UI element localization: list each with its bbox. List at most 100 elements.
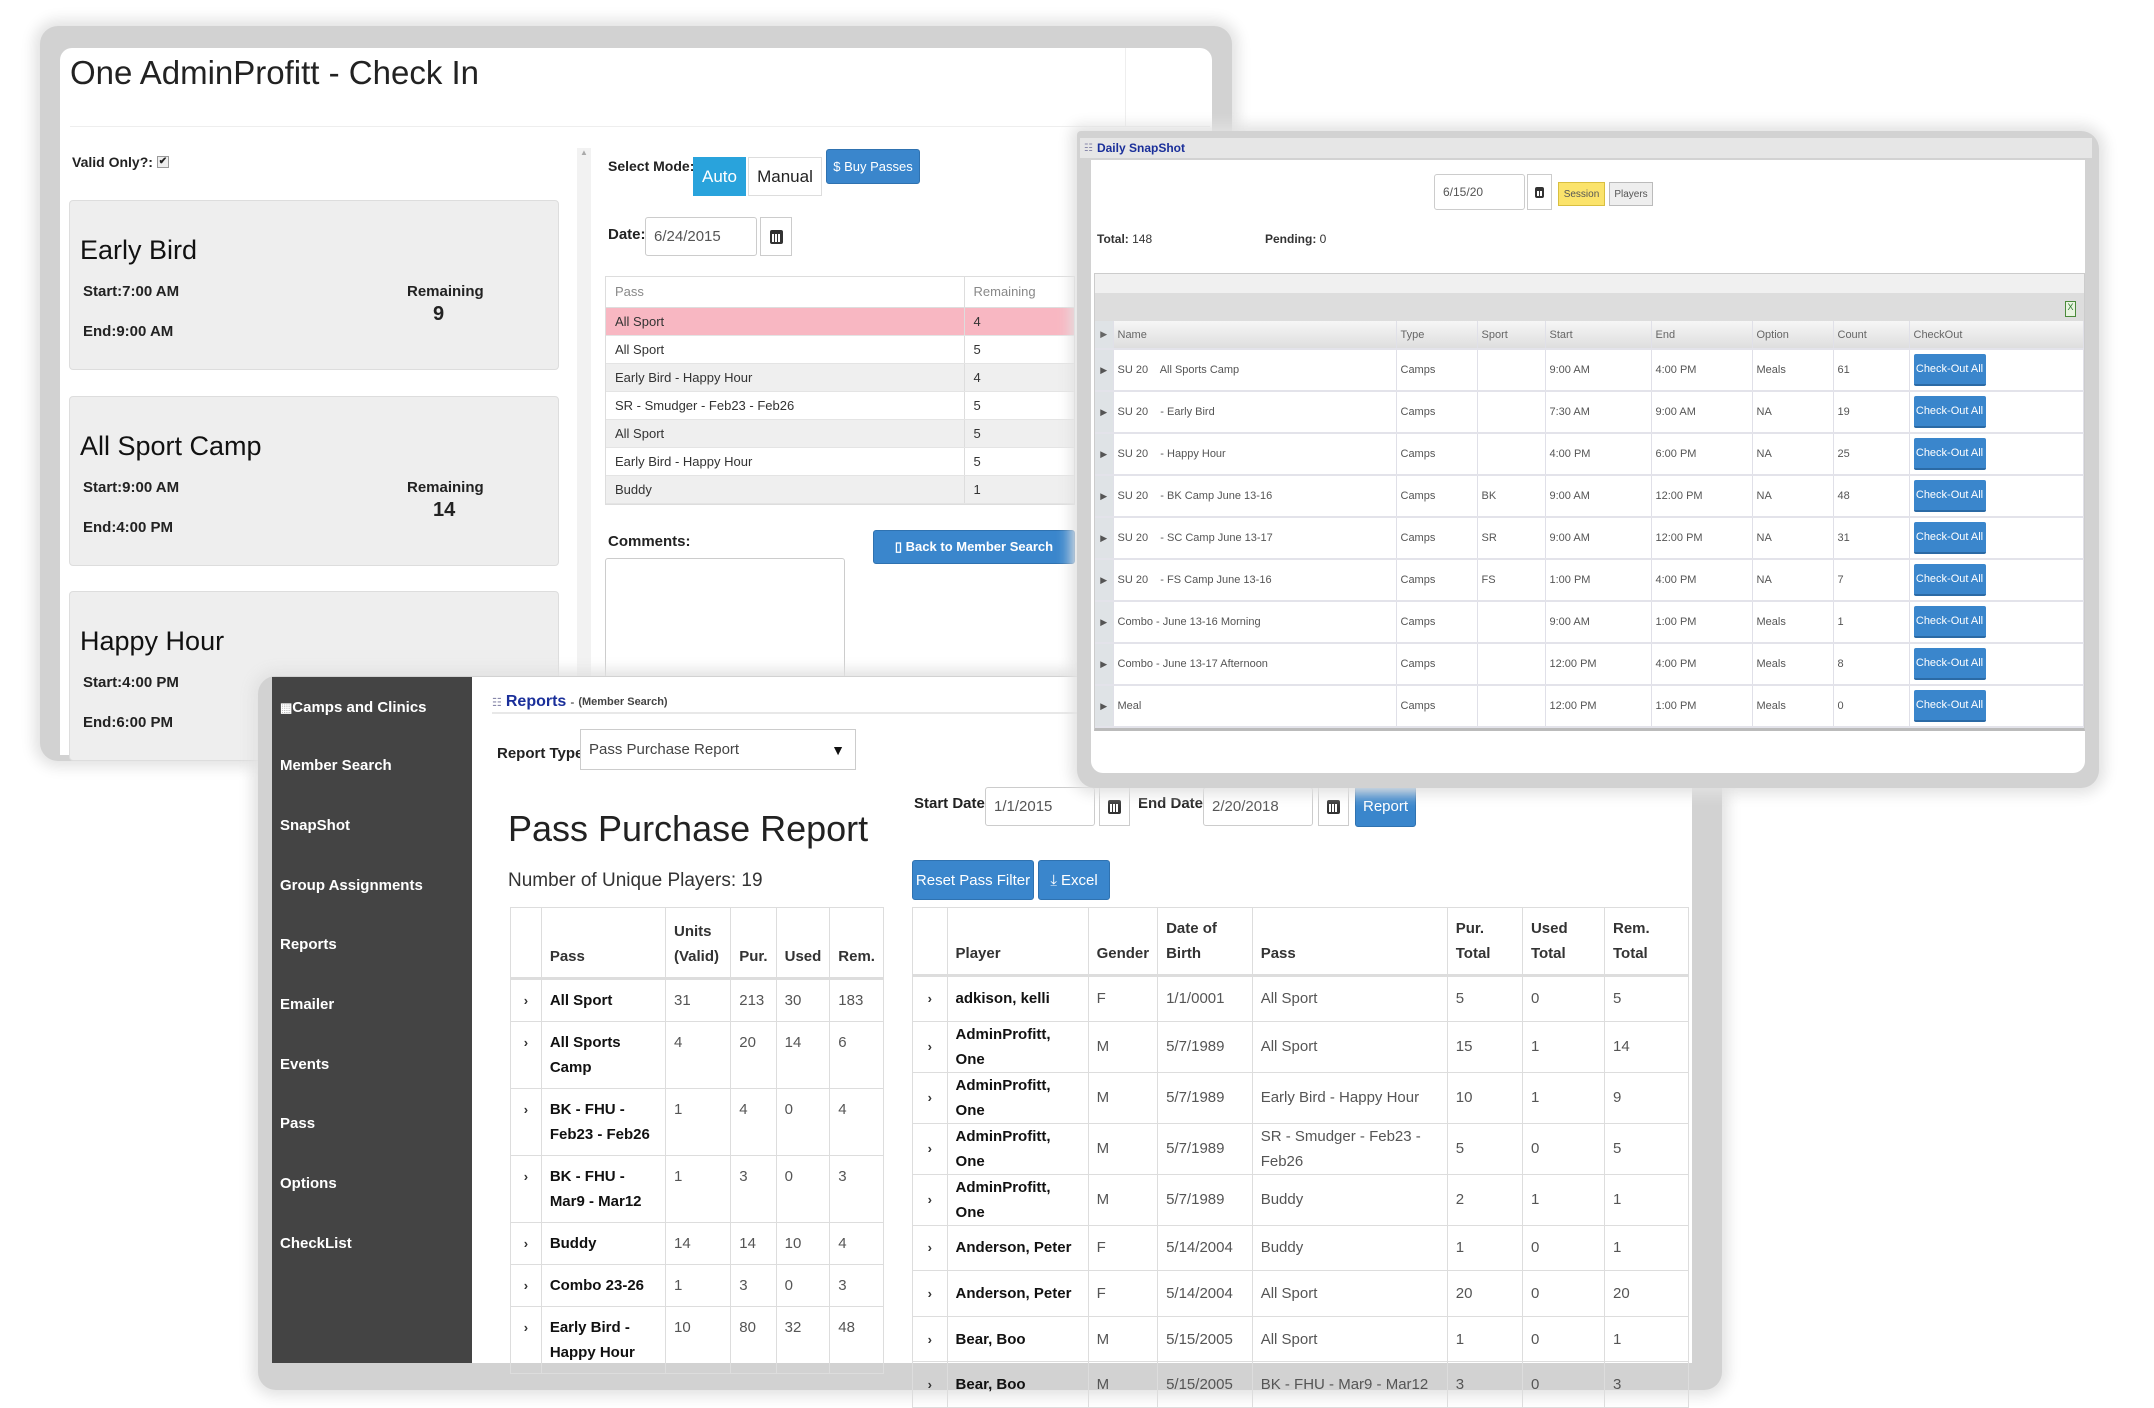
table-row[interactable]: SR - Smudger - Feb23 - Feb26 5 xyxy=(606,391,1074,420)
report-type-select[interactable]: Pass Purchase Report ▼ xyxy=(580,729,856,770)
session-button[interactable]: Session xyxy=(1558,182,1605,206)
pass-card[interactable]: Early Bird Start:7:00 AM End:9:00 AM Remain… xyxy=(69,200,559,370)
check-out-all-button[interactable]: Check-Out All xyxy=(1913,522,1986,554)
table-row[interactable]: ▶ SU 20 - Early Bird Camps 7:30 AM 9:00 AM NA… xyxy=(1095,391,2084,434)
table-row[interactable]: › BK - FHU - Mar9 - Mar12 1 3 0 3 xyxy=(510,1155,884,1223)
check-out-all-button[interactable]: Check-Out All xyxy=(1913,354,1986,386)
expand-row-icon[interactable]: › xyxy=(510,1021,542,1089)
column-header[interactable]: Pass xyxy=(1251,907,1448,977)
expand-row-icon[interactable]: › xyxy=(912,1361,948,1408)
column-header[interactable]: Type xyxy=(1396,321,1478,350)
expand-row-icon[interactable]: › xyxy=(510,978,542,1022)
check-out-all-button[interactable]: Check-Out All xyxy=(1913,648,1986,680)
snapshot-date-picker[interactable] xyxy=(1527,174,1552,210)
table-row[interactable]: ▶ SU 20 - BK Camp June 13-16 Camps BK 9:00 A… xyxy=(1095,475,2084,518)
sidebar-item-events[interactable]: Events xyxy=(280,1056,329,1073)
check-out-all-button[interactable]: Check-Out All xyxy=(1913,396,1986,428)
table-row[interactable]: All Sport 4 xyxy=(606,307,1074,336)
expand-row-icon[interactable]: › xyxy=(510,1264,542,1307)
start-date-picker[interactable] xyxy=(1099,787,1130,826)
back-to-member-search-button[interactable]: ▯ Back to Member Search xyxy=(873,530,1075,564)
check-out-all-button[interactable]: Check-Out All xyxy=(1913,480,1986,512)
column-header[interactable]: Used xyxy=(775,907,831,980)
end-date-input[interactable]: 2/20/2018 xyxy=(1203,787,1313,826)
table-row[interactable]: › AdminProfitt, One M 5/7/1989 SR - Smudger … xyxy=(912,1122,1690,1175)
sidebar-item-camps-and-clinics[interactable]: ▦Camps and Clinics xyxy=(280,699,427,716)
players-button[interactable]: Players xyxy=(1609,182,1653,206)
expand-row-icon[interactable]: ▶ xyxy=(1095,685,1114,728)
table-row[interactable]: › BK - FHU - Feb23 - Feb26 1 4 0 4 xyxy=(510,1088,884,1156)
table-row[interactable]: › Bear, Boo M 5/15/2005 BK - FHU - Mar9 - Ma… xyxy=(912,1361,1690,1408)
column-header[interactable]: Pur. Total xyxy=(1446,907,1523,977)
expand-row-icon[interactable]: › xyxy=(510,1155,542,1223)
table-row[interactable]: ▶ Meal Camps 12:00 PM 1:00 PM Meals 0 Check-Out… xyxy=(1095,685,2084,728)
table-row[interactable]: › Buddy 14 14 10 4 xyxy=(510,1222,884,1265)
sidebar-item-group-assignments[interactable]: Group Assignments xyxy=(280,877,423,894)
column-header[interactable]: Gender xyxy=(1087,907,1159,977)
column-header[interactable]: Pass xyxy=(540,907,667,980)
mode-manual-button[interactable]: Manual xyxy=(748,157,822,196)
table-row[interactable]: › adkison, kelli F 1/1/0001 All Sport 5 0 5 xyxy=(912,975,1690,1022)
table-row[interactable]: › Early Bird - Happy Hour 10 80 32 48 xyxy=(510,1306,884,1374)
table-row[interactable]: › AdminProfitt, One M 5/7/1989 Buddy 2 1 1 xyxy=(912,1173,1690,1226)
expand-row-icon[interactable]: › xyxy=(912,1173,948,1226)
table-row[interactable]: › Anderson, Peter F 5/14/2004 Buddy 1 0 1 xyxy=(912,1224,1690,1272)
table-row[interactable]: › AdminProfitt, One M 5/7/1989 Early Bird - … xyxy=(912,1071,1690,1124)
column-header[interactable]: Start xyxy=(1545,321,1652,350)
expand-row-icon[interactable]: › xyxy=(912,1270,948,1317)
expand-row-icon[interactable]: › xyxy=(912,1224,948,1272)
expand-row-icon[interactable]: › xyxy=(510,1306,542,1374)
expand-row-icon[interactable]: › xyxy=(912,1315,948,1363)
sidebar-item-options[interactable]: Options xyxy=(280,1175,337,1192)
expand-row-icon[interactable]: › xyxy=(912,1122,948,1175)
table-row[interactable]: › Combo 23-26 1 3 0 3 xyxy=(510,1264,884,1307)
table-row[interactable]: › All Sport 31 213 30 183 xyxy=(510,978,884,1022)
expand-row-icon[interactable]: › xyxy=(912,1071,948,1124)
comments-textarea[interactable] xyxy=(605,558,845,688)
column-header[interactable]: Rem. Total xyxy=(1603,907,1690,977)
expand-row-icon[interactable]: ▶ xyxy=(1095,643,1114,686)
excel-export-icon[interactable]: X xyxy=(2065,301,2076,317)
column-header[interactable]: Rem. xyxy=(829,907,884,980)
check-out-all-button[interactable]: Check-Out All xyxy=(1913,438,1986,470)
table-row[interactable]: ▶ SU 20 - Happy Hour Camps 4:00 PM 6:00 PM NA… xyxy=(1095,433,2084,476)
reset-pass-filter-button[interactable]: Reset Pass Filter xyxy=(912,860,1034,900)
sidebar-item-checklist[interactable]: CheckList xyxy=(280,1235,352,1252)
expand-row-icon[interactable]: ▶ xyxy=(1095,475,1114,518)
breadcrumb-reports[interactable]: Reports xyxy=(506,693,566,711)
column-header[interactable]: Date of Birth xyxy=(1157,907,1253,977)
table-row[interactable]: All Sport 5 xyxy=(606,335,1074,364)
column-header[interactable]: Option xyxy=(1752,321,1834,350)
expand-row-icon[interactable]: › xyxy=(912,1020,948,1073)
expand-row-icon[interactable]: › xyxy=(510,1088,542,1156)
breadcrumb-member-search[interactable]: (Member Search) xyxy=(578,696,667,708)
column-header[interactable]: CheckOut xyxy=(1909,321,2084,350)
expand-row-icon[interactable]: › xyxy=(912,975,948,1022)
expand-row-icon[interactable]: ▶ xyxy=(1095,517,1114,560)
start-date-input[interactable]: 1/1/2015 xyxy=(985,787,1095,826)
expand-row-icon[interactable]: ▶ xyxy=(1095,391,1114,434)
sidebar-item-emailer[interactable]: Emailer xyxy=(280,996,334,1013)
expand-row-icon[interactable]: ▶ xyxy=(1095,601,1114,644)
column-header[interactable]: Pur. xyxy=(730,907,777,980)
table-row[interactable]: › Anderson, Peter F 5/14/2004 All Sport 20 0 20 xyxy=(912,1270,1690,1317)
table-row[interactable]: ▶ Combo - June 13-17 Afternoon Camps 12:00 … xyxy=(1095,643,2084,686)
report-button[interactable]: Report xyxy=(1355,786,1416,827)
table-row[interactable]: › AdminProfitt, One M 5/7/1989 All Sport 15 1 1… xyxy=(912,1020,1690,1073)
table-row[interactable]: ▶ SU 20 - SC Camp June 13-17 Camps SR 9:00 A… xyxy=(1095,517,2084,560)
table-row[interactable]: › Bear, Boo M 5/15/2005 All Sport 1 0 1 xyxy=(912,1315,1690,1363)
end-date-picker[interactable] xyxy=(1318,787,1349,826)
table-row[interactable]: Early Bird - Happy Hour 4 xyxy=(606,363,1074,392)
table-row[interactable]: ▶ SU 20 All Sports Camp Camps 9:00 AM 4:00 P… xyxy=(1095,349,2084,392)
snapshot-date-input[interactable]: 6/15/20 xyxy=(1434,174,1525,210)
table-row[interactable]: Buddy 1 xyxy=(606,475,1074,504)
sidebar-item-pass[interactable]: Pass xyxy=(280,1115,315,1132)
expand-row-icon[interactable]: › xyxy=(510,1222,542,1265)
check-out-all-button[interactable]: Check-Out All xyxy=(1913,690,1986,722)
valid-only-checkbox[interactable]: ✔ xyxy=(156,156,169,168)
expand-all-icon[interactable]: ▶ xyxy=(1095,321,1114,350)
pass-card[interactable]: All Sport Camp Start:9:00 AM End:4:00 PM Re… xyxy=(69,396,559,566)
expand-row-icon[interactable]: ▶ xyxy=(1095,559,1114,602)
sidebar-item-reports[interactable]: Reports xyxy=(280,936,337,953)
sidebar-item-snapshot[interactable]: SnapShot xyxy=(280,817,350,834)
